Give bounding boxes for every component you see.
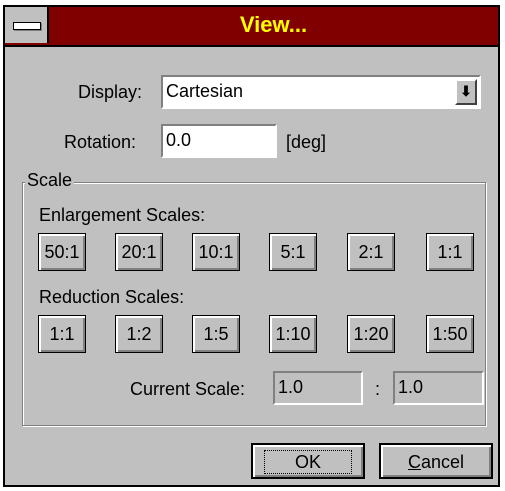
current-scale-right-field: 1.0 xyxy=(393,371,484,405)
reduce-1-20-button[interactable]: 1:20 xyxy=(347,315,395,353)
dropdown-arrow-icon[interactable]: ⬇ xyxy=(455,79,477,105)
reduce-1-10-button[interactable]: 1:10 xyxy=(269,315,317,353)
scale-group-label: Scale xyxy=(25,170,75,191)
current-scale-left-field: 1.0 xyxy=(273,371,363,405)
display-selected-value: Cartesian xyxy=(166,81,244,101)
current-scale-separator: : xyxy=(375,379,381,399)
reduce-1-2-button[interactable]: 1:2 xyxy=(115,315,163,353)
cancel-button[interactable]: Cancel xyxy=(379,443,493,479)
enlargement-label: Enlargement Scales: xyxy=(39,205,206,225)
enlarge-20-1-button[interactable]: 20:1 xyxy=(115,233,163,271)
ok-button-label: OK xyxy=(263,450,352,474)
reduce-1-5-button[interactable]: 1:5 xyxy=(192,315,240,353)
system-menu-button[interactable] xyxy=(5,7,49,43)
rotation-label: Rotation: xyxy=(64,132,137,152)
ok-button[interactable]: OK xyxy=(251,443,365,479)
reduction-label: Reduction Scales: xyxy=(39,287,185,307)
enlarge-10-1-button[interactable]: 10:1 xyxy=(192,233,240,271)
current-scale-label: Current Scale: xyxy=(130,379,246,399)
rotation-unit: [deg] xyxy=(286,132,327,152)
reduce-1-50-button[interactable]: 1:50 xyxy=(426,315,474,353)
display-label: Display: xyxy=(78,82,143,102)
enlarge-2-1-button[interactable]: 2:1 xyxy=(347,233,395,271)
view-dialog: View... Display: Cartesian ⬇ Rotation: 0… xyxy=(3,5,500,487)
reduce-1-1-button[interactable]: 1:1 xyxy=(38,315,86,353)
enlarge-1-1-button[interactable]: 1:1 xyxy=(426,233,474,271)
cancel-button-label: Cancel xyxy=(407,452,465,472)
system-menu-icon xyxy=(13,22,41,30)
rotation-input[interactable]: 0.0 xyxy=(161,124,277,158)
title-bar: View... xyxy=(5,7,498,47)
display-select[interactable]: Cartesian ⬇ xyxy=(161,75,481,109)
window-title: View... xyxy=(239,12,308,37)
enlarge-50-1-button[interactable]: 50:1 xyxy=(38,233,86,271)
enlarge-5-1-button[interactable]: 5:1 xyxy=(269,233,317,271)
